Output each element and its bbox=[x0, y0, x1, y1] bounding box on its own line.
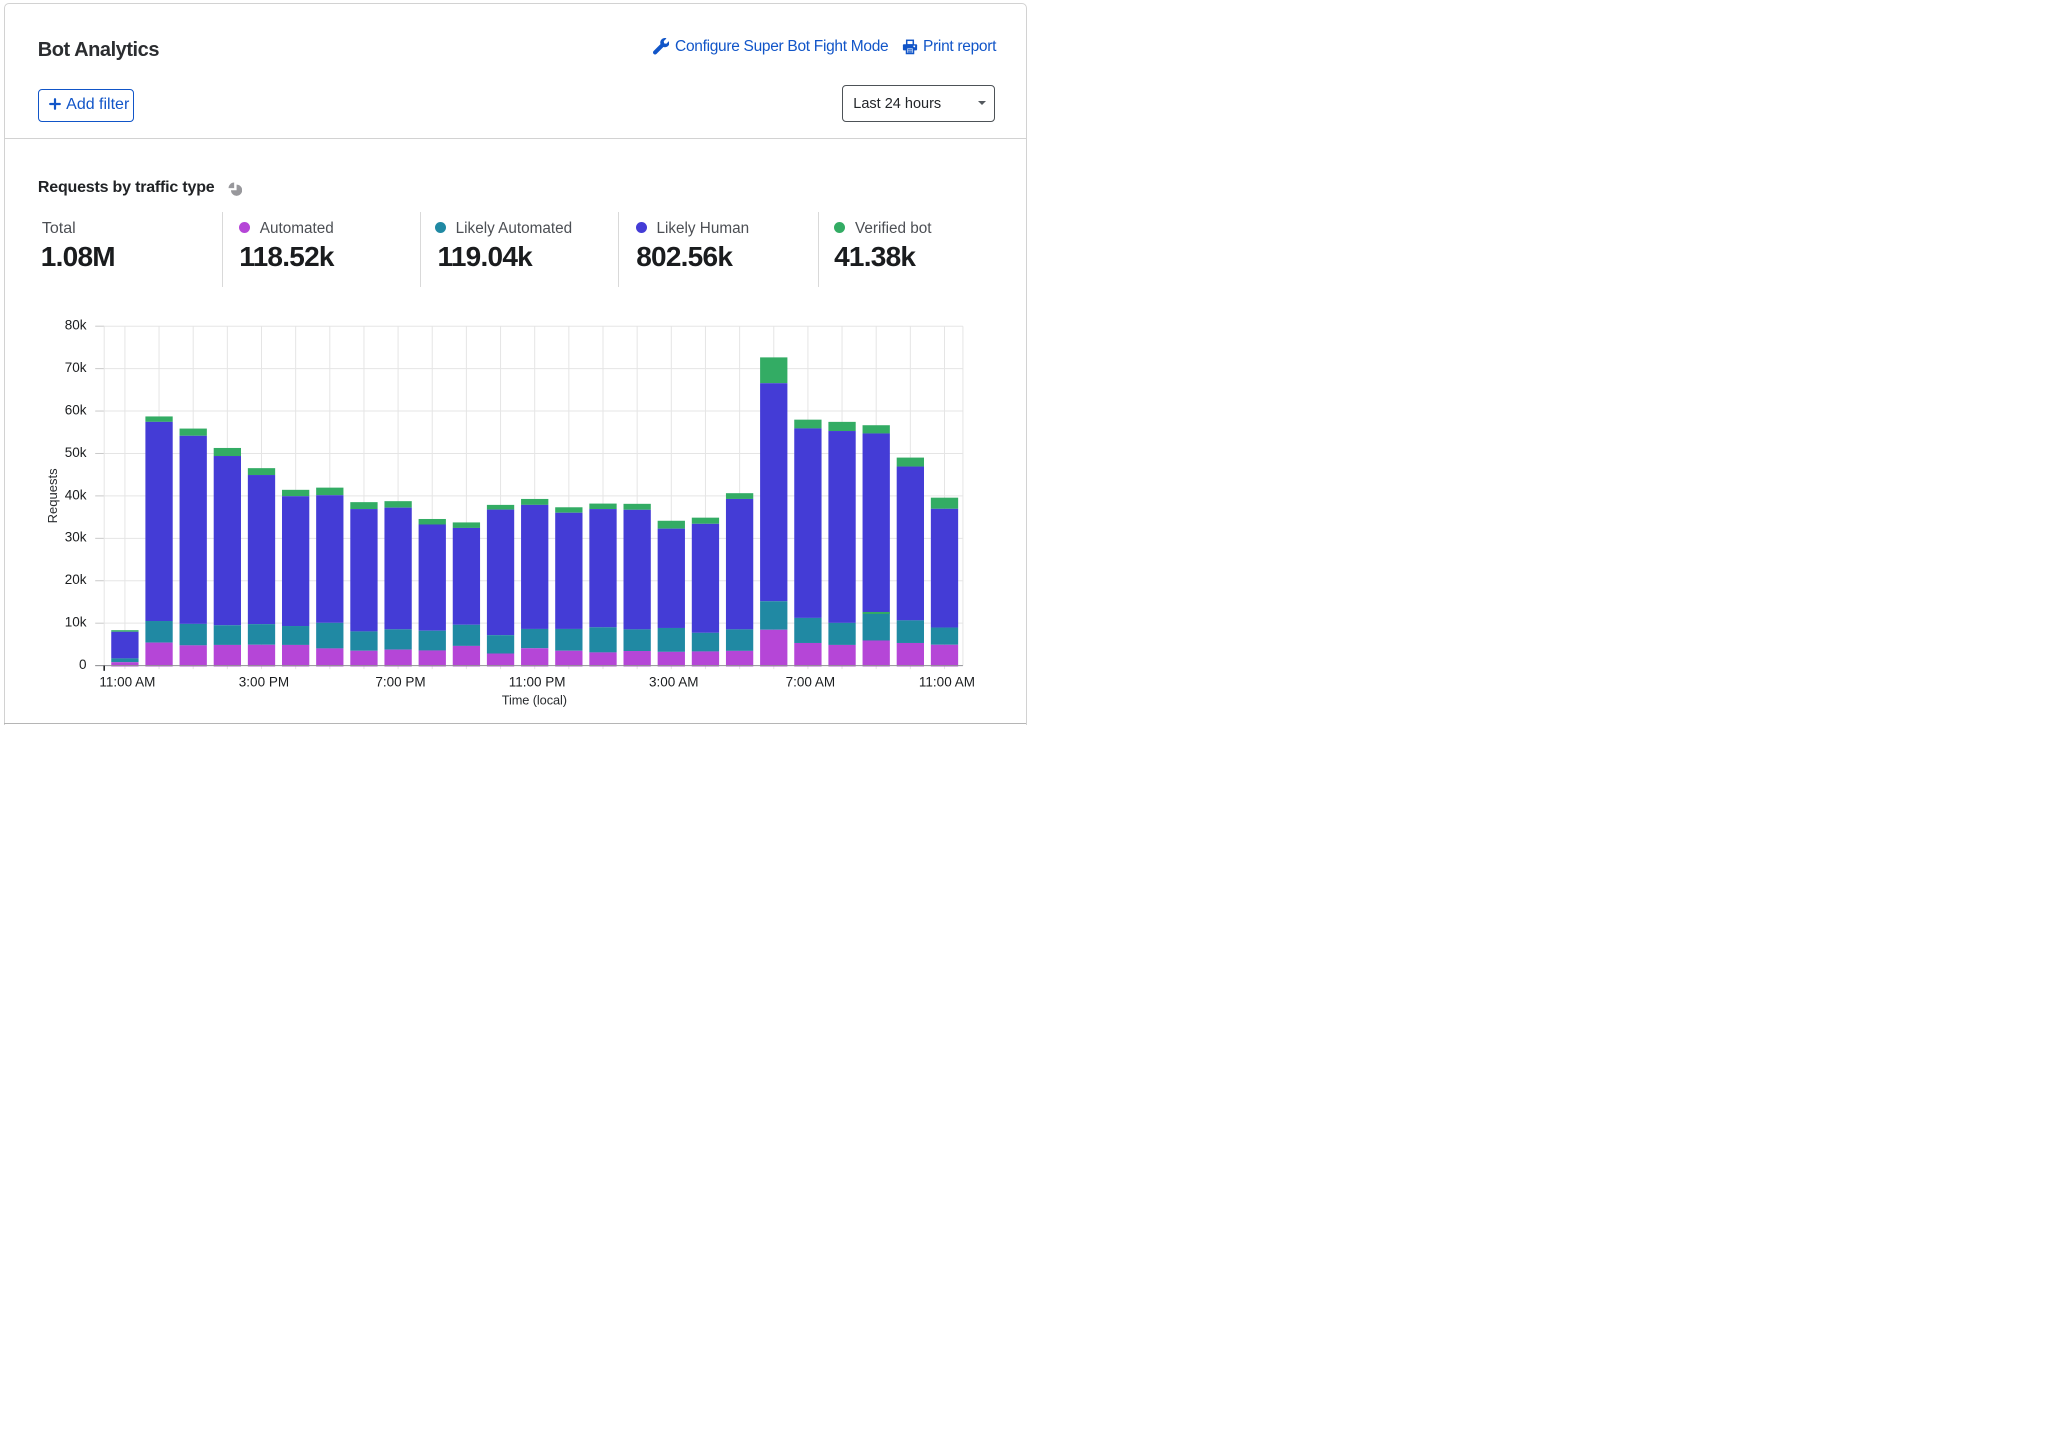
svg-text:11:00 AM: 11:00 AM bbox=[919, 674, 975, 689]
svg-text:3:00 PM: 3:00 PM bbox=[239, 674, 289, 689]
svg-text:7:00 AM: 7:00 AM bbox=[786, 674, 836, 689]
svg-text:0: 0 bbox=[79, 657, 87, 672]
svg-text:80k: 80k bbox=[65, 318, 87, 333]
svg-text:20k: 20k bbox=[65, 572, 87, 587]
svg-text:60k: 60k bbox=[65, 402, 87, 417]
svg-text:11:00 AM: 11:00 AM bbox=[99, 674, 155, 689]
svg-text:3:00 AM: 3:00 AM bbox=[649, 674, 699, 689]
svg-text:30k: 30k bbox=[65, 530, 87, 545]
svg-text:11:00 PM: 11:00 PM bbox=[509, 674, 566, 689]
svg-text:50k: 50k bbox=[65, 445, 87, 460]
svg-text:40k: 40k bbox=[65, 487, 87, 502]
svg-text:70k: 70k bbox=[65, 360, 87, 375]
svg-text:Time (local): Time (local) bbox=[502, 693, 567, 708]
svg-text:Requests: Requests bbox=[45, 468, 60, 523]
svg-text:10k: 10k bbox=[65, 615, 87, 630]
svg-text:7:00 PM: 7:00 PM bbox=[375, 674, 425, 689]
